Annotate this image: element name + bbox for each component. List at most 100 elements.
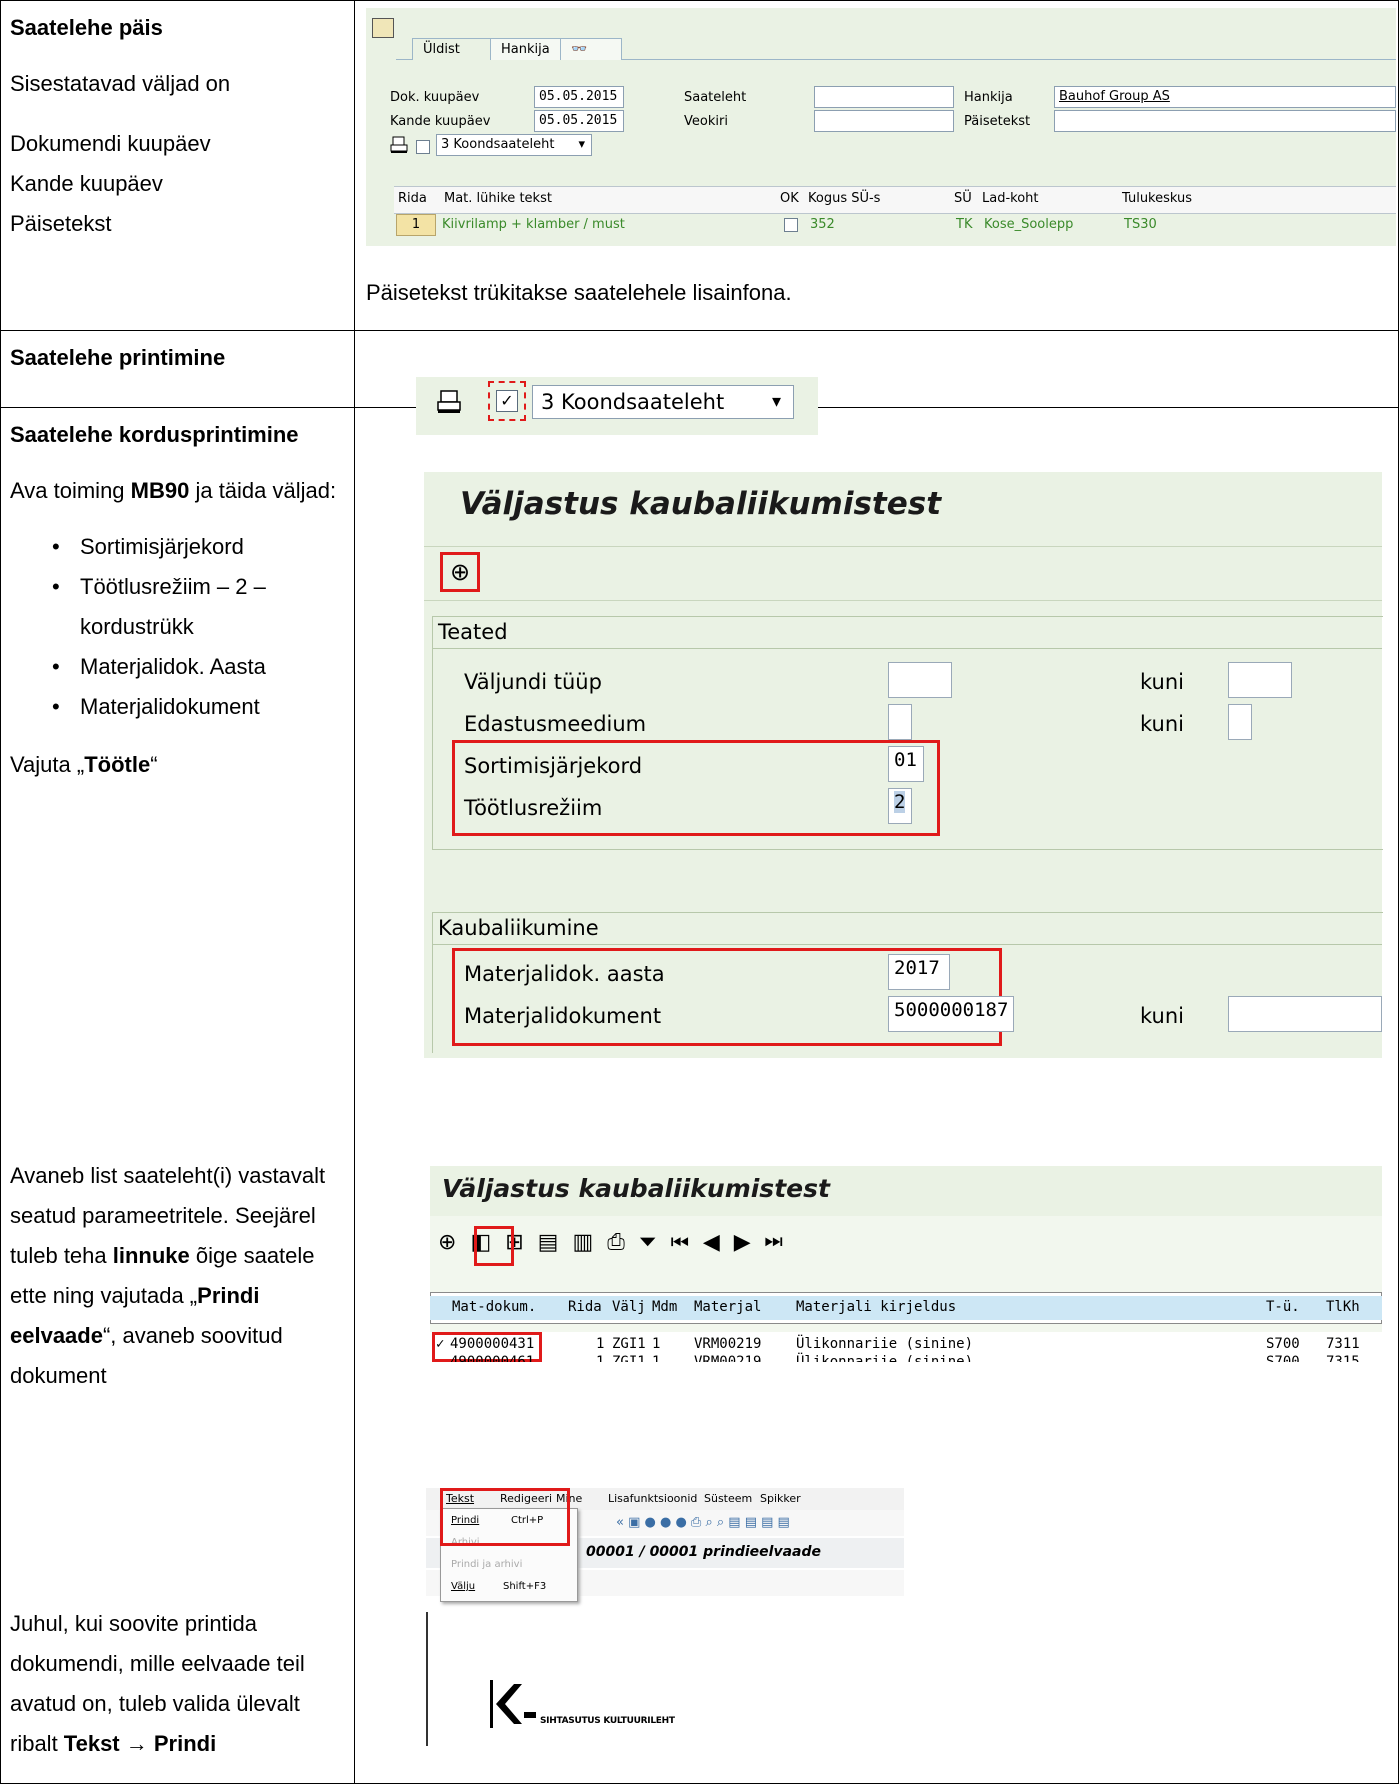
table-border-bottom <box>0 1783 1399 1784</box>
field-edastusmeedium-kuni[interactable] <box>1228 704 1252 740</box>
col-tekst: Mat. lühike tekst <box>444 191 552 206</box>
row1-field-2: Kande kuupäev <box>10 171 163 196</box>
press-instruction: Vajuta „Töötle“ <box>10 745 345 785</box>
teated-title: Teated <box>438 620 508 644</box>
field-sortimisjarjekord[interactable]: 01 <box>888 746 924 782</box>
field-valjundi-tuup-kuni[interactable] <box>1228 662 1292 698</box>
tab-hankija[interactable]: Hankija <box>490 38 562 60</box>
bullet-1: Sortimisjärjekord <box>10 527 345 567</box>
field-paisetekst[interactable] <box>1054 110 1396 132</box>
print-bold: Tekst → Prindi <box>63 1731 217 1756</box>
row1-mat-dokum[interactable]: 4900000431 <box>450 1336 534 1352</box>
row1-mdm: 1 <box>652 1336 661 1352</box>
menuitem-valju[interactable]: Välju <box>451 1581 475 1592</box>
filter-icon[interactable]: ⏷ <box>639 1230 671 1255</box>
col-kirjeldus: Materjali kirjeldus <box>796 1299 957 1315</box>
row3-heading: Saatelehe kordusprintimine <box>10 422 299 447</box>
press-suffix: “ <box>150 752 158 777</box>
printer-icon[interactable] <box>390 136 408 154</box>
menu-susteem[interactable]: Süsteem <box>704 1488 752 1510</box>
menu-spikker[interactable]: Spikker <box>760 1488 801 1510</box>
execute-icon[interactable]: ⊕ <box>438 1230 470 1255</box>
header-toggle-icon[interactable] <box>372 18 394 38</box>
row-tekst[interactable]: Kiivrilamp + klamber / must <box>442 217 625 232</box>
row2-tlkh: 7315 <box>1326 1354 1360 1362</box>
field-tootlusreziim[interactable]: 2 <box>888 788 912 824</box>
field-materjalidokument[interactable]: 5000000187 <box>888 996 1014 1032</box>
list-rows: ✓ 4900000431 1 ZGI1 1 VRM00219 Ülikonnar… <box>430 1332 1382 1362</box>
col-rida: Rida <box>398 191 427 206</box>
print-type-select[interactable]: 3 Koondsaateleht ▾ <box>532 385 794 419</box>
row-su[interactable]: TK <box>956 217 972 232</box>
kaubaliikumine-title: Kaubaliikumine <box>438 916 599 940</box>
field-saateleht[interactable] <box>814 86 954 108</box>
title-divider <box>424 546 1382 547</box>
row1-intro: Sisestatavad väljad on <box>10 71 231 96</box>
menu-lisafunktsioonid[interactable]: Lisafunktsioonid <box>608 1488 697 1510</box>
menuitem-prindi-ja-arhivi[interactable]: Prindi ja arhivi <box>451 1559 522 1570</box>
row1-check[interactable]: ✓ <box>436 1336 444 1352</box>
press-prefix: Vajuta „ <box>10 752 85 777</box>
tab-uldist[interactable]: Üldist <box>412 38 494 60</box>
row3-left-cell: Saatelehe kordusprintimine Ava toiming M… <box>10 415 345 785</box>
col-tu: T-ü. <box>1266 1299 1300 1315</box>
col-mat-dokum: Mat-dokum. <box>452 1299 537 1315</box>
label-kande-kuupaev: Kande kuupäev <box>390 114 491 129</box>
preview-title: 00001 / 00001 prindieelvaade <box>586 1544 821 1560</box>
row2-materjal: VRM00219 <box>694 1354 762 1362</box>
row-ladkoht[interactable]: Kose_Soolepp <box>984 217 1073 232</box>
tab-glasses[interactable]: 👓 <box>560 38 622 60</box>
field-materjalidokument-kuni[interactable] <box>1228 996 1382 1032</box>
row1-tu: S700 <box>1266 1336 1300 1352</box>
field-hankija[interactable]: Bauhof Group AS <box>1054 86 1396 108</box>
row2-tu: S700 <box>1266 1354 1300 1362</box>
label-kuni-1: kuni <box>1140 670 1184 694</box>
row-divider-1 <box>0 330 1399 331</box>
previous-page-icon[interactable]: ◀ <box>703 1230 734 1255</box>
next-page-icon[interactable]: ▶ <box>734 1230 765 1255</box>
row1-rida: 1 <box>596 1336 605 1352</box>
label-edastusmeedium: Edastusmeedium <box>464 712 647 736</box>
list-instruction: Avaneb list saateleht(i) vastavalt seatu… <box>10 1156 345 1396</box>
label-kuni-3: kuni <box>1140 1004 1184 1028</box>
bullet-4: Materjalidokument <box>10 687 345 727</box>
print-type-select[interactable]: 3 Koondsaateleht ▾ <box>436 134 592 156</box>
col-tulukeskus: Tulukeskus <box>1122 191 1193 206</box>
printer-icon[interactable]: ⎙ <box>607 1230 639 1255</box>
print-checkbox[interactable] <box>416 140 430 154</box>
printer-icon[interactable] <box>436 389 462 415</box>
logo-text: SIHTASUTUS KULTUURILEHT <box>540 1716 675 1726</box>
field-veokiri[interactable] <box>814 110 954 132</box>
col-tlkh: TlKh <box>1326 1299 1360 1315</box>
col-materjal: Materjal <box>694 1299 762 1315</box>
last-page-icon[interactable]: ⏭ <box>765 1230 797 1255</box>
deselect-icon[interactable]: ▥ <box>572 1230 607 1255</box>
chevron-down-icon: ▾ <box>578 137 585 152</box>
list-screenshot: Väljastus kaubaliikumistest ⊕◧⊞▤▥⎙⏷⏮◀▶⏭ … <box>430 1166 1382 1332</box>
chevron-down-icon: ▾ <box>771 391 781 412</box>
field-edastusmeedium[interactable] <box>888 704 912 740</box>
label-dok-kuupaev: Dok. kuupäev <box>390 90 480 105</box>
row2-mat-dokum[interactable]: 4900000461 <box>450 1354 534 1362</box>
first-page-icon[interactable]: ⏮ <box>670 1230 702 1255</box>
select-all-icon[interactable]: ▤ <box>538 1230 573 1255</box>
row-kogus[interactable]: 352 <box>810 217 835 232</box>
shortcut-valju: Shift+F3 <box>503 1581 547 1592</box>
print-instruction: Juhul, kui soovite printida dokumendi, m… <box>10 1604 345 1764</box>
row-tulukeskus[interactable]: TS30 <box>1124 217 1157 232</box>
field-valjundi-tuup[interactable] <box>888 662 952 698</box>
row1-materjal: VRM00219 <box>694 1336 762 1352</box>
field-dok-kuupaev[interactable]: 05.05.2015 <box>534 86 624 108</box>
row-selector[interactable]: 1 <box>396 214 436 236</box>
execute-icon[interactable]: ⊕ <box>446 558 474 586</box>
row3-intro: Ava toiming MB90 ja täida väljad: <box>10 471 345 511</box>
label-valjundi-tuup: Väljundi tüüp <box>464 670 602 694</box>
field-materjalidok-aasta[interactable]: 2017 <box>888 954 950 990</box>
field-kande-kuupaev[interactable]: 05.05.2015 <box>534 110 624 132</box>
row-ok-checkbox[interactable] <box>784 218 798 232</box>
label-tootlusreziim: Töötlusrežiim <box>464 796 603 820</box>
tootlusreziim-value: 2 <box>894 791 906 813</box>
print-checkbox-checked[interactable]: ✓ <box>496 390 518 412</box>
logo-icon <box>490 1680 536 1728</box>
list-title: Väljastus kaubaliikumistest <box>442 1174 830 1203</box>
